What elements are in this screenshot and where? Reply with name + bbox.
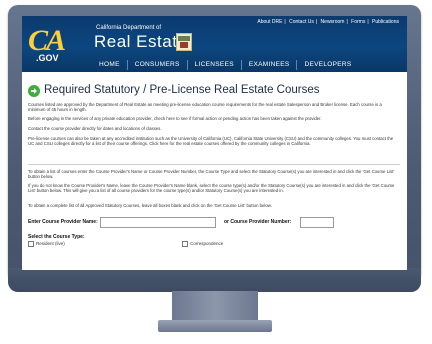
- ca-gov-logo[interactable]: CA: [28, 26, 66, 56]
- dept-name[interactable]: Real Estate: [94, 33, 187, 51]
- link-forms[interactable]: Forms: [351, 19, 365, 25]
- institution-paragraph: Pre-license courses can also be taken at…: [28, 136, 394, 147]
- page-title: Required Statutory / Pre-License Real Es…: [44, 84, 320, 96]
- main-content: Required Statutory / Pre-License Real Es…: [22, 72, 407, 270]
- correspondence-label: Correspondence: [190, 241, 224, 247]
- link-contact[interactable]: Contact Us: [289, 19, 314, 25]
- nav-examinees[interactable]: EXAMINEES: [240, 60, 297, 70]
- dept-name-small: California Department of: [96, 25, 162, 31]
- monitor-stand-neck: [172, 291, 258, 321]
- gov-label: .GOV: [36, 53, 59, 63]
- provider-name-input[interactable]: [100, 217, 216, 228]
- dre-building-icon: [176, 33, 192, 51]
- link-publications[interactable]: Publications: [372, 19, 399, 25]
- provider-number-input[interactable]: [300, 217, 334, 228]
- resident-label: Resident (live): [36, 241, 65, 247]
- top-links: About DRE | Contact Us | Newsroom | Forms | …: [257, 19, 399, 25]
- link-newsroom[interactable]: Newsroom: [321, 19, 345, 25]
- course-type-label: Select the Course Type:: [28, 234, 85, 240]
- intro-paragraph: Courses listed are approved by the Depar…: [28, 102, 382, 113]
- nav-licensees[interactable]: LICENSEES: [186, 60, 241, 70]
- screen: CA .GOV California Department of Real Es…: [22, 16, 407, 270]
- nav-home[interactable]: HOME: [92, 60, 127, 70]
- title-row: Required Statutory / Pre-License Real Es…: [28, 84, 320, 97]
- contact-paragraph: Contact the course provider directly for…: [28, 126, 162, 131]
- unknown-provider-paragraph: If you do not know the Course Provider's…: [28, 183, 395, 194]
- option-correspondence[interactable]: Correspondence: [182, 241, 223, 247]
- monitor-bezel-bottom: [8, 268, 421, 292]
- main-nav: HOME CONSUMERS LICENSEES EXAMINEES DEVEL…: [92, 60, 359, 70]
- complete-list-paragraph: To obtain a complete list of all Approve…: [28, 203, 272, 208]
- option-resident[interactable]: Resident (live): [28, 241, 65, 247]
- link-about[interactable]: About DRE: [257, 19, 282, 25]
- provider-name-label: Enter Course Provider Name:: [28, 219, 98, 225]
- nav-consumers[interactable]: CONSUMERS: [126, 60, 187, 70]
- site-header: CA .GOV California Department of Real Es…: [22, 16, 407, 72]
- correspondence-checkbox[interactable]: [182, 241, 188, 247]
- monitor-stand-base: [158, 320, 272, 332]
- resident-checkbox[interactable]: [28, 241, 34, 247]
- arrow-right-icon: [28, 84, 40, 97]
- instructions-paragraph: To obtain a list of courses enter the Co…: [28, 169, 395, 180]
- provider-number-label: or Course Provider Number:: [224, 219, 292, 225]
- nav-developers[interactable]: DEVELOPERS: [296, 60, 358, 70]
- provider-check-paragraph: Before engaging in the services of any p…: [28, 116, 322, 121]
- divider: [28, 164, 400, 165]
